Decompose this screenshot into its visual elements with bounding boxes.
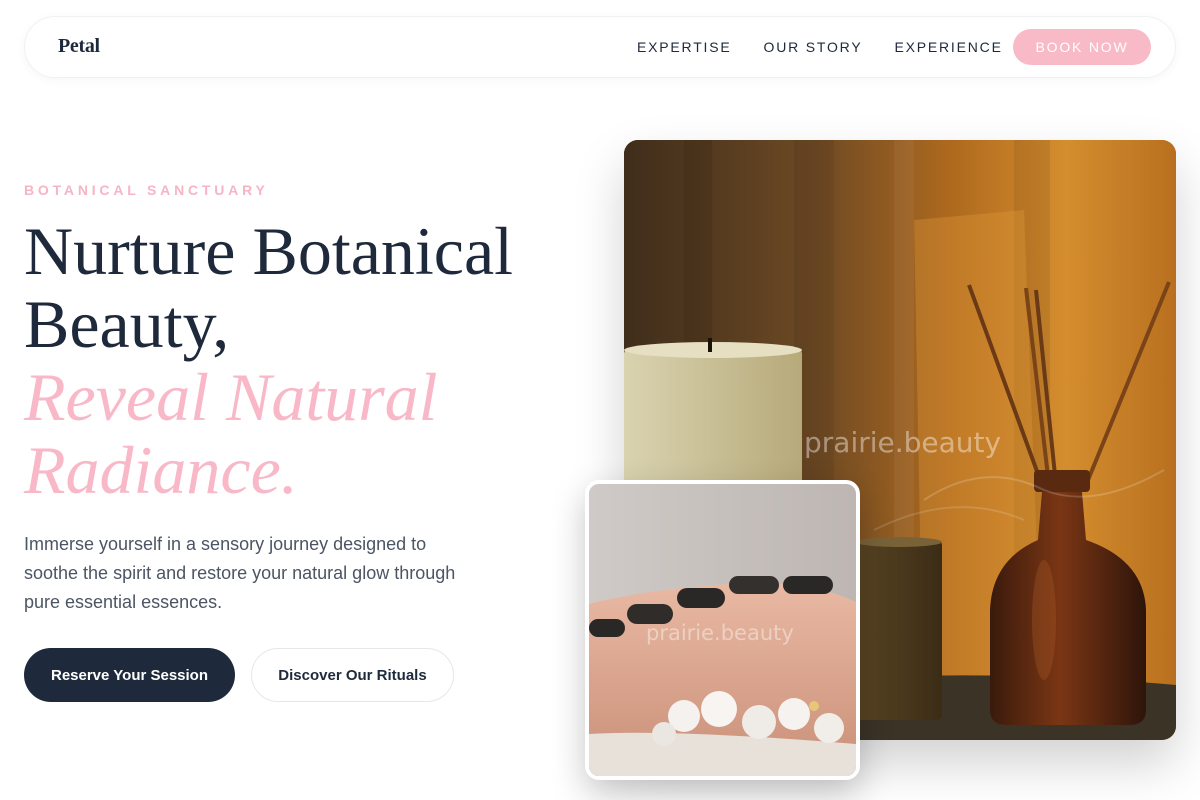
headline-line-1: Nurture Botanical (24, 213, 514, 289)
hero-description: Immerse yourself in a sensory journey de… (24, 534, 456, 612)
headline-accent-line-2: Radiance. (24, 432, 298, 508)
nav-link-experience[interactable]: EXPERIENCE (894, 39, 1002, 55)
hot-stone-massage-photo: prairie.beauty (585, 480, 860, 780)
nav-link-our-story[interactable]: OUR STORY (764, 39, 863, 55)
brand-logo[interactable]: Petal (58, 35, 100, 58)
reserve-session-button[interactable]: Reserve Your Session (24, 648, 235, 702)
discover-rituals-button[interactable]: Discover Our Rituals (251, 648, 454, 702)
nav-links: EXPERTISE OUR STORY EXPERIENCE (637, 39, 1035, 55)
book-now-button[interactable]: BOOK NOW (1013, 29, 1151, 65)
headline-line-2: Beauty, (24, 286, 230, 362)
main-image-watermark: prairie.beauty (804, 426, 1002, 459)
headline-accent-line-1: Reveal Natural (24, 359, 438, 435)
hero-eyebrow: BOTANICAL SANCTUARY (24, 182, 269, 198)
nav-link-expertise[interactable]: EXPERTISE (637, 39, 732, 55)
small-image-watermark: prairie.beauty (646, 621, 794, 645)
hero-headline: Nurture Botanical Beauty, Reveal Natural… (24, 215, 584, 507)
top-navigation: Petal EXPERTISE OUR STORY EXPERIENCE BOO… (24, 16, 1176, 78)
